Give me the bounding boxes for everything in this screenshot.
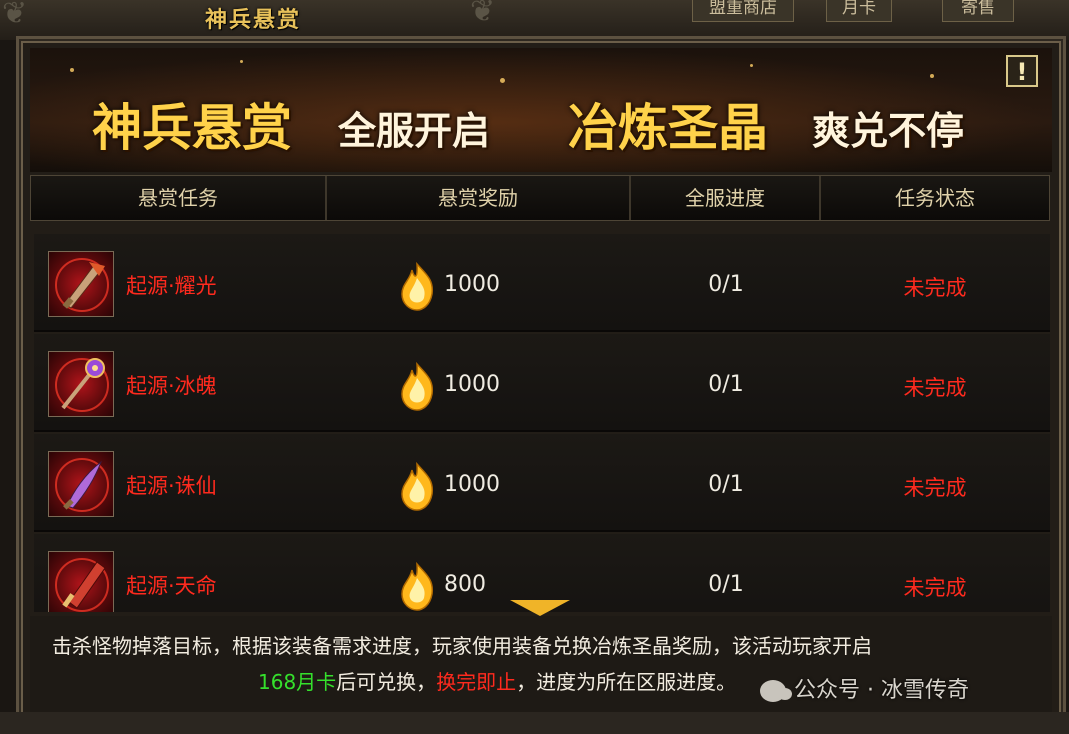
progress-value: 0/1 <box>708 272 744 297</box>
description-text: ，进度为所在区服进度。 <box>516 670 737 694</box>
column-header-progress: 全服进度 <box>631 176 821 220</box>
watermark: 公众号 · 冰雪传奇 <box>760 672 969 704</box>
description-text: 后可兑换， <box>336 670 437 694</box>
spark-decoration <box>240 60 243 63</box>
progress-value: 0/1 <box>708 472 744 497</box>
banner-title-2: 冶炼圣晶 <box>568 98 768 157</box>
tab-consignment[interactable]: 寄售 <box>942 0 1014 22</box>
spark-decoration <box>750 64 753 67</box>
table-row: 起源·诛仙 1000 0/1 未完成 <box>34 434 1050 532</box>
gold-flame-crystal-icon <box>401 262 434 311</box>
description-line-2: 168月卡后可兑换，换完即止，进度为所在区服进度。 <box>258 666 736 695</box>
table-row: 起源·冰魄 1000 0/1 未完成 <box>34 334 1050 432</box>
blade-icon <box>55 458 109 512</box>
item-slot[interactable] <box>48 551 114 612</box>
banner-subtitle-2: 爽兑不停 <box>812 109 965 153</box>
reward-amount: 1000 <box>444 472 500 497</box>
dragon-ornament-icon: ❦ <box>2 0 28 31</box>
column-header-task: 悬赏任务 <box>31 176 327 220</box>
table-row: 起源·耀光 1000 0/1 未完成 <box>34 234 1050 332</box>
progress-value: 0/1 <box>708 572 744 597</box>
bottom-strip <box>0 712 1069 734</box>
spark-decoration <box>70 68 74 72</box>
status-label: 未完成 <box>903 576 967 600</box>
gold-flame-crystal-icon <box>401 462 434 511</box>
task-name: 起源·耀光 <box>126 274 217 298</box>
reward-amount: 800 <box>444 572 486 597</box>
item-slot[interactable] <box>48 451 114 517</box>
task-name: 起源·冰魄 <box>126 374 217 398</box>
top-bar: ❦ 神兵悬赏 ❦ 盟重商店 月卡 寄售 <box>0 0 1069 40</box>
top-tabs: 盟重商店 月卡 寄售 <box>620 0 1060 22</box>
exclamation-icon: ! <box>1016 58 1028 86</box>
staff-icon <box>55 358 109 412</box>
description-line-1: 击杀怪物掉落目标，根据该装备需求进度，玩家使用装备兑换冶炼圣晶奖励，该活动玩家开… <box>52 634 872 658</box>
table-header: 悬赏任务 悬赏奖励 全服进度 任务状态 <box>30 175 1050 221</box>
tab-shop[interactable]: 盟重商店 <box>692 0 794 22</box>
reward-amount: 1000 <box>444 372 500 397</box>
gold-flame-crystal-icon <box>401 562 434 611</box>
spark-decoration <box>500 78 505 83</box>
tab-monthly-card[interactable]: 月卡 <box>826 0 892 22</box>
wechat-logo-icon <box>760 680 792 702</box>
greatsword-icon <box>55 558 109 612</box>
item-slot[interactable] <box>48 351 114 417</box>
banner-title-1: 神兵悬赏 <box>92 98 292 157</box>
info-button[interactable]: ! <box>1006 55 1038 87</box>
task-name: 起源·天命 <box>126 574 217 598</box>
progress-value: 0/1 <box>708 372 744 397</box>
gold-flame-crystal-icon <box>401 362 434 411</box>
column-header-status: 任务状态 <box>821 176 1049 220</box>
limit-highlight: 换完即止 <box>436 670 517 694</box>
watermark-text: 公众号 · 冰雪传奇 <box>794 678 969 703</box>
task-list[interactable]: 起源·耀光 1000 0/1 未完成 起源·冰魄 1000 0/1 未完成 起源… <box>34 232 1050 612</box>
chevron-down-icon[interactable] <box>510 600 570 616</box>
window-title: 神兵悬赏 <box>205 7 302 33</box>
column-header-reward: 悬赏奖励 <box>327 176 631 220</box>
status-label: 未完成 <box>903 276 967 300</box>
status-label: 未完成 <box>903 476 967 500</box>
sword-icon <box>55 258 109 312</box>
banner-subtitle-1: 全服开启 <box>338 109 491 153</box>
reward-amount: 1000 <box>444 272 500 297</box>
spark-decoration <box>930 74 934 78</box>
monthly-card-highlight: 168月卡 <box>258 670 337 694</box>
dragon-ornament-icon: ❦ <box>470 0 496 29</box>
item-slot[interactable] <box>48 251 114 317</box>
task-name: 起源·诛仙 <box>126 474 217 498</box>
status-label: 未完成 <box>903 376 967 400</box>
event-banner: 神兵悬赏 全服开启 冶炼圣晶 爽兑不停 <box>30 48 1052 172</box>
